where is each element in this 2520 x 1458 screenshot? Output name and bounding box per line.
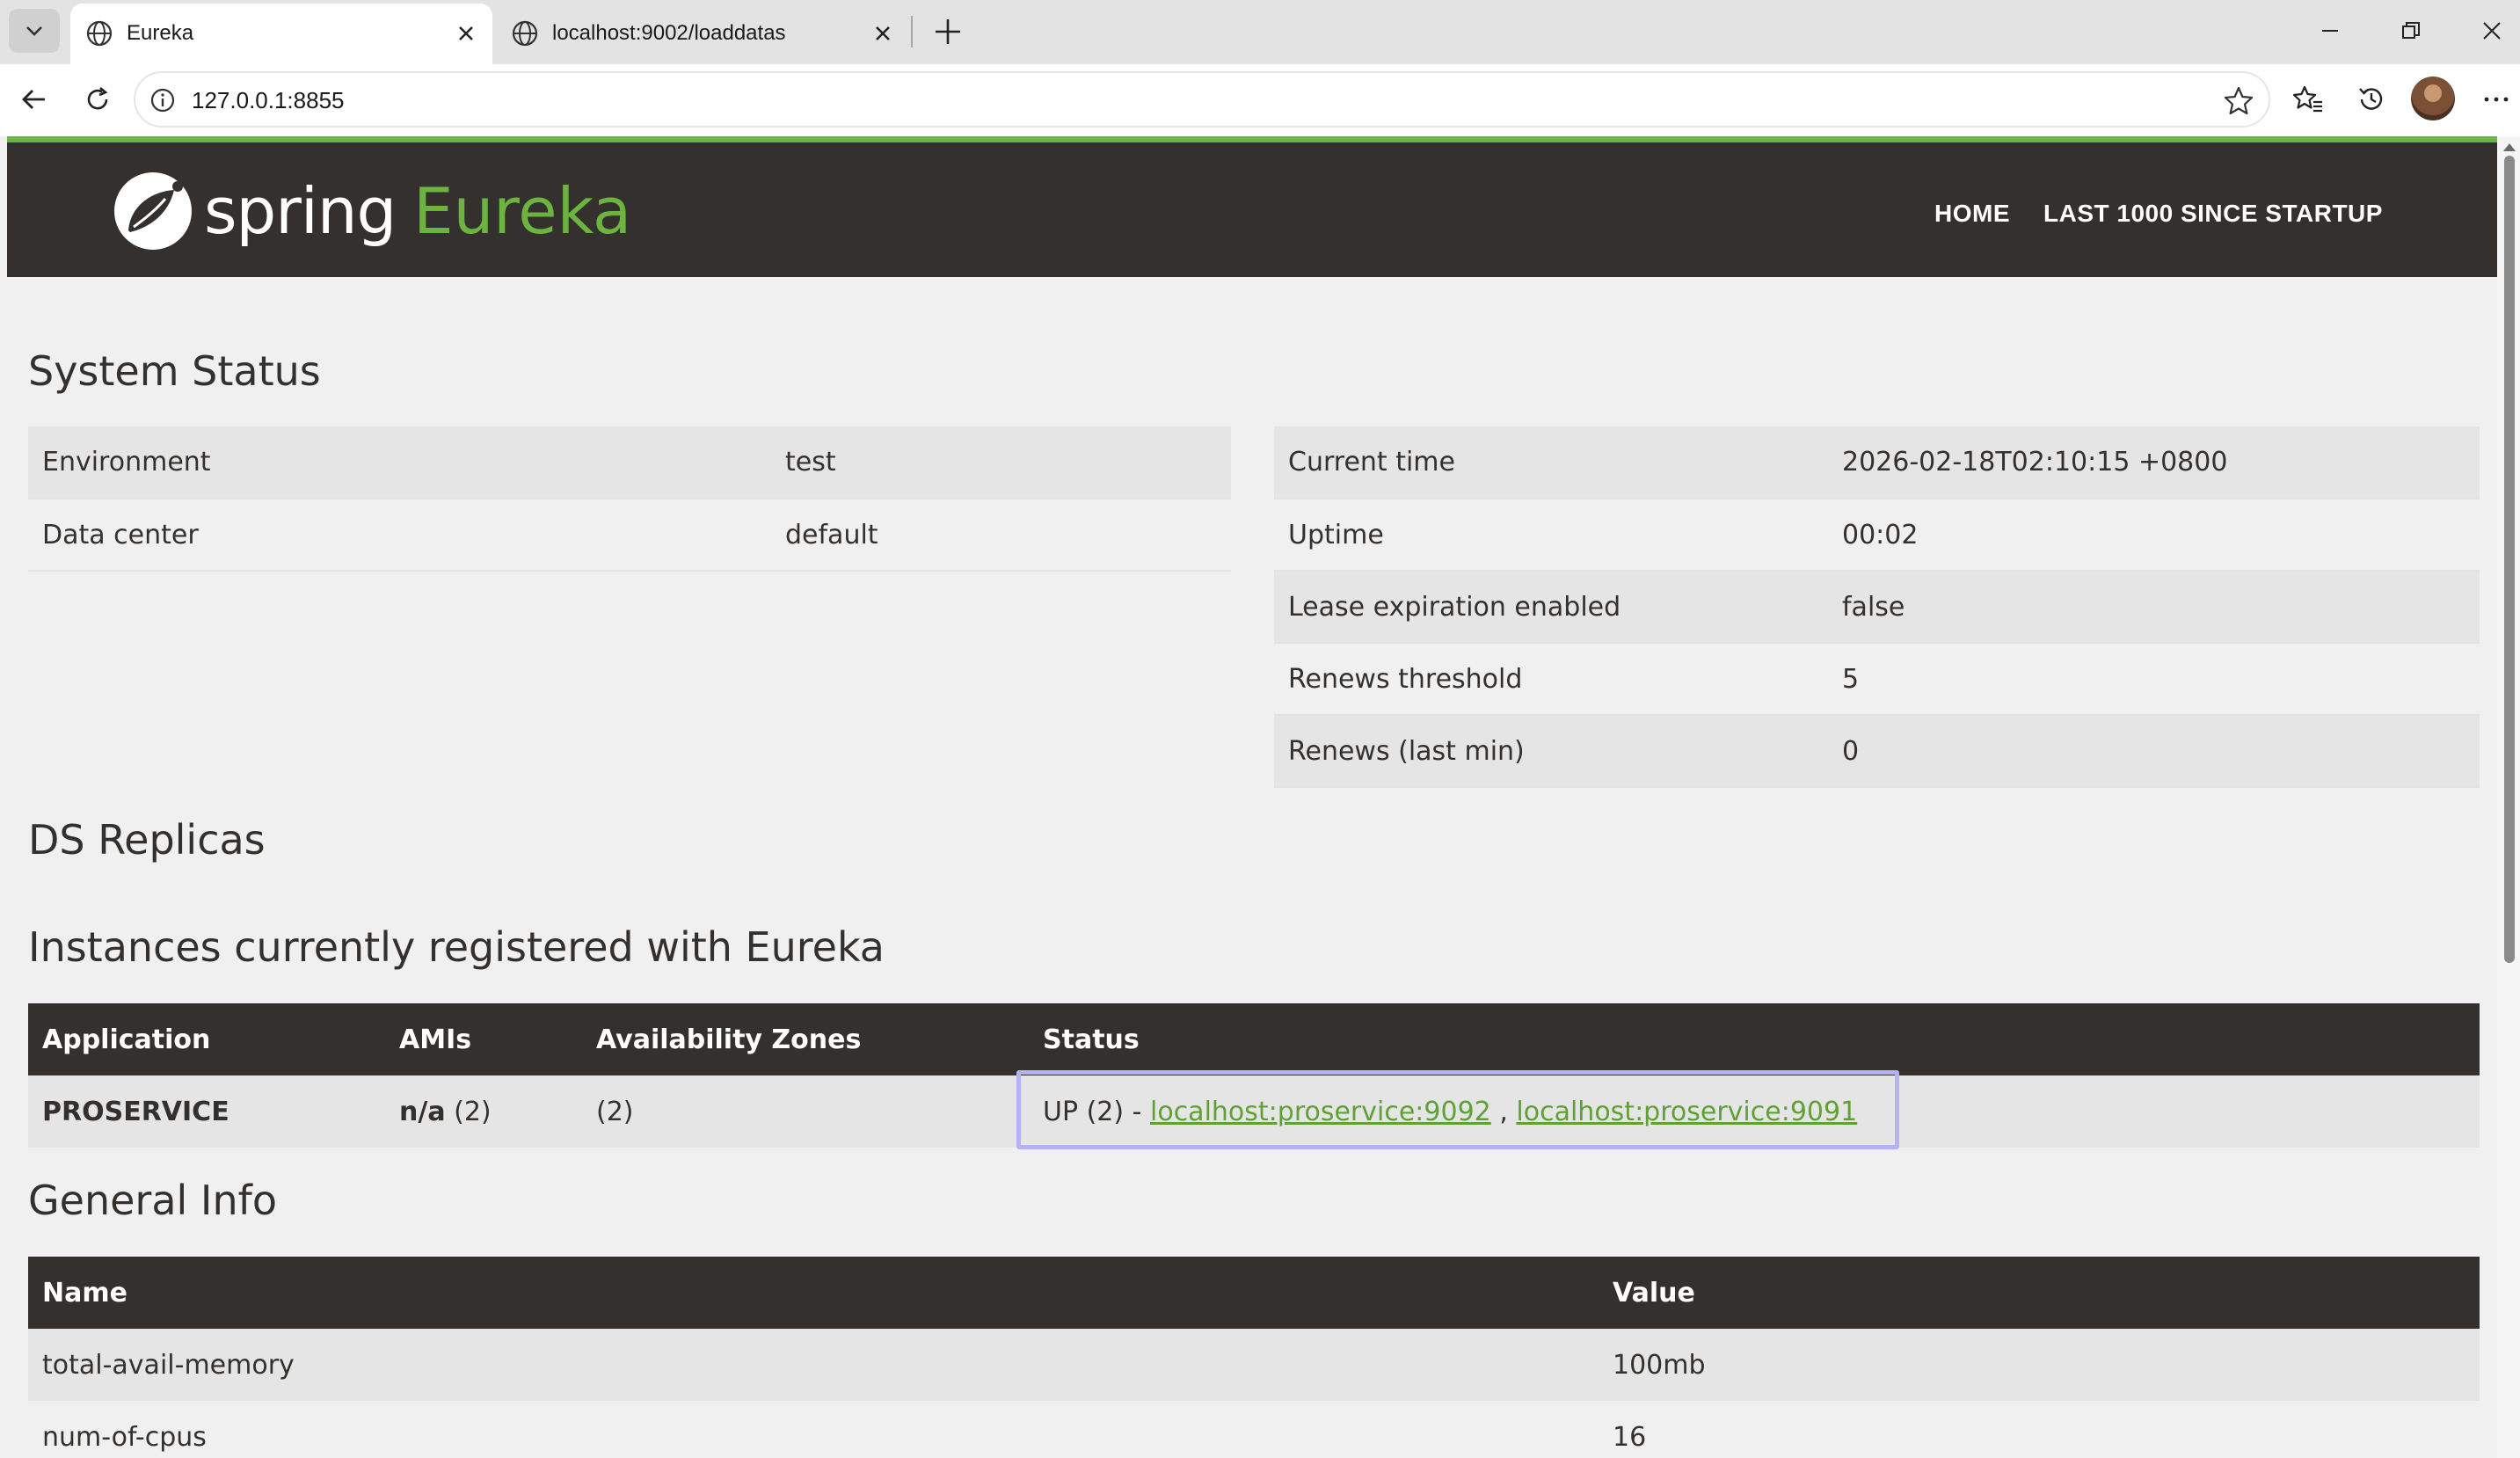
logo-eureka-text: Eureka: [413, 174, 632, 248]
system-status-left-table: Environment test Data center default: [28, 426, 1231, 572]
restore-icon: [2402, 22, 2420, 39]
info-icon[interactable]: [148, 85, 178, 115]
nav-home-link[interactable]: HOME: [1934, 200, 2010, 228]
status-value: 0: [1828, 715, 2480, 788]
spring-eureka-logo[interactable]: spring Eureka: [111, 169, 631, 253]
tab-title: Eureka: [127, 21, 194, 45]
table-header-row: Application AMIs Availability Zones Stat…: [28, 1003, 2480, 1075]
spring-leaf-icon: [114, 172, 192, 250]
address-url: 127.0.0.1:8855: [192, 87, 345, 113]
column-header: Availability Zones: [582, 1003, 1029, 1075]
column-header: Status: [1029, 1003, 2480, 1075]
amis-cell: n/a (2): [385, 1075, 582, 1148]
back-button[interactable]: [12, 77, 56, 121]
more-menu-button[interactable]: [2474, 77, 2518, 121]
table-row: total-avail-memory 100mb: [28, 1329, 2480, 1401]
scrollbar-thumb[interactable]: [2504, 156, 2515, 963]
status-label: Renews threshold: [1274, 643, 1828, 716]
status-value: false: [1828, 571, 2480, 644]
system-status-heading: System Status: [28, 347, 321, 395]
general-info-heading: General Info: [28, 1177, 277, 1224]
table-row: Data center default: [28, 499, 1231, 572]
tab-list-button[interactable]: [9, 9, 60, 53]
info-name: total-avail-memory: [28, 1329, 1599, 1401]
close-icon[interactable]: [452, 19, 480, 47]
vertical-scrollbar[interactable]: [2497, 136, 2520, 1458]
table-row: Uptime 00:02: [1274, 499, 2480, 572]
back-arrow-icon: [22, 90, 45, 109]
scroll-up-arrow-icon[interactable]: [2503, 143, 2516, 151]
status-value: default: [771, 499, 1231, 572]
status-label: Uptime: [1274, 499, 1828, 572]
table-row: Renews threshold 5: [1274, 643, 2480, 716]
new-tab-button[interactable]: [927, 12, 969, 51]
column-header: Value: [1599, 1257, 2480, 1329]
profile-avatar[interactable]: [2411, 77, 2455, 120]
status-label: Renews (last min): [1274, 715, 1828, 788]
amis-label: n/a: [399, 1096, 446, 1127]
status-value: 00:02: [1828, 499, 2480, 572]
page-viewport: spring Eureka HOME LAST 1000 SINCE START…: [7, 136, 2497, 1458]
status-value: 2026-02-18T02:10:15 +0800: [1828, 426, 2480, 499]
favorites-button[interactable]: [2286, 77, 2330, 121]
status-highlight-box: [1016, 1070, 1899, 1149]
browser-toolbar: 127.0.0.1:8855: [0, 64, 2520, 136]
table-row: Renews (last min) 0: [1274, 715, 2480, 788]
address-bar[interactable]: 127.0.0.1:8855: [134, 71, 2270, 128]
globe-icon: [86, 20, 113, 47]
zones-cell: (2): [582, 1075, 1029, 1148]
window-close-button[interactable]: [2465, 9, 2518, 53]
restore-button[interactable]: [2385, 9, 2437, 53]
more-dots-icon: [2484, 97, 2509, 102]
status-value: 5: [1828, 643, 2480, 716]
globe-icon: [512, 20, 538, 47]
status-label: Environment: [28, 426, 771, 499]
favorites-icon: [2292, 85, 2322, 113]
tab-divider: [911, 16, 913, 47]
reload-icon: [87, 87, 108, 110]
history-icon: [2359, 88, 2383, 110]
ds-replicas-heading: DS Replicas: [28, 816, 266, 864]
history-button[interactable]: [2349, 77, 2393, 121]
info-value: 16: [1599, 1401, 2480, 1458]
tab-loaddatas[interactable]: localhost:9002/loaddatas: [496, 4, 909, 64]
table-row: Current time 2026-02-18T02:10:15 +0800: [1274, 426, 2480, 499]
chevron-down-icon: [26, 26, 42, 36]
status-label: Lease expiration enabled: [1274, 571, 1828, 644]
logo-spring-text: spring: [204, 174, 397, 248]
reload-button[interactable]: [76, 77, 120, 121]
status-label: Data center: [28, 499, 771, 572]
status-value: test: [771, 426, 1231, 499]
tab-title: localhost:9002/loaddatas: [552, 21, 786, 45]
column-header: AMIs: [385, 1003, 582, 1075]
tab-eureka[interactable]: Eureka: [70, 4, 492, 64]
table-header-row: Name Value: [28, 1257, 2480, 1329]
column-header: Name: [28, 1257, 1599, 1329]
tab-strip: Eureka localhost:9002/loaddatas: [0, 0, 2520, 64]
table-row: num-of-cpus 16: [28, 1401, 2480, 1458]
eureka-navbar: spring Eureka HOME LAST 1000 SINCE START…: [7, 136, 2497, 277]
system-status-right-table: Current time 2026-02-18T02:10:15 +0800 U…: [1274, 426, 2480, 788]
minimize-button[interactable]: [2304, 9, 2356, 53]
minimize-icon: [2322, 30, 2338, 32]
amis-count: (2): [454, 1096, 492, 1127]
table-row: Environment test: [28, 426, 1231, 499]
general-info-table: Name Value total-avail-memory 100mb num-…: [28, 1257, 2480, 1458]
plus-icon: [936, 19, 960, 44]
info-name: num-of-cpus: [28, 1401, 1599, 1458]
close-icon: [2483, 22, 2501, 40]
info-value: 100mb: [1599, 1329, 2480, 1401]
application-name: PROSERVICE: [28, 1075, 385, 1148]
table-row: Lease expiration enabled false: [1274, 571, 2480, 644]
favorite-star-icon[interactable]: [2221, 84, 2256, 119]
column-header: Application: [28, 1003, 385, 1075]
instances-heading: Instances currently registered with Eure…: [28, 923, 885, 971]
close-icon[interactable]: [869, 19, 897, 47]
nav-last-1000-link[interactable]: LAST 1000 SINCE STARTUP: [2043, 200, 2383, 228]
status-label: Current time: [1274, 426, 1828, 499]
